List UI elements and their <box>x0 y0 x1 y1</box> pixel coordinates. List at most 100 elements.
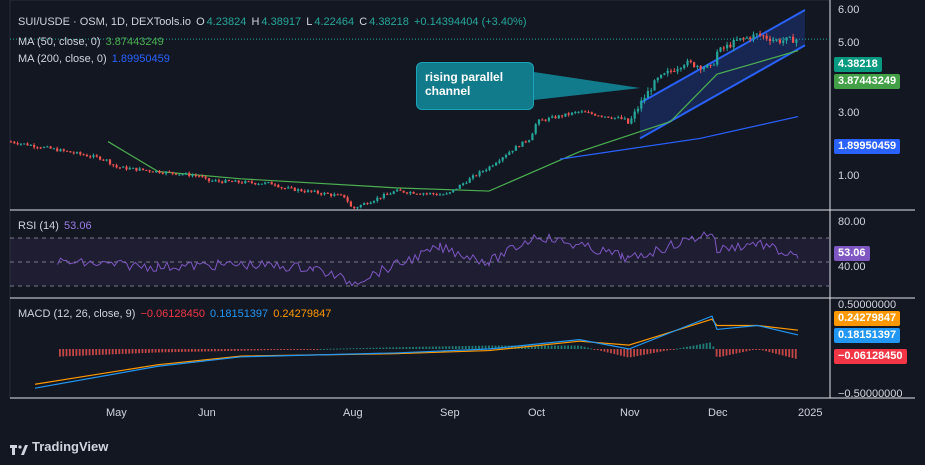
macd-histogram-bar <box>240 349 243 351</box>
candle-body <box>247 181 250 183</box>
candle-body <box>485 169 488 172</box>
candle-body <box>557 115 560 119</box>
candle-body <box>181 174 184 176</box>
candle-body <box>709 64 712 66</box>
candle-body <box>653 80 656 91</box>
macd-histogram-bar <box>468 345 470 349</box>
candle-body <box>432 193 435 195</box>
macd-histogram-bar <box>359 348 362 350</box>
macd-histogram-bar <box>181 349 183 352</box>
macd-histogram-bar <box>283 349 286 350</box>
macd-line-badge: 0.18151397 <box>834 328 901 343</box>
tradingview-icon <box>10 443 28 455</box>
candle-body <box>488 166 491 170</box>
candle-body <box>623 118 626 120</box>
macd-histogram-bar <box>266 349 269 351</box>
candle-body <box>155 170 158 173</box>
candle-body <box>112 164 115 166</box>
macd-histogram-bar <box>616 349 619 355</box>
macd-histogram-bar <box>134 349 137 354</box>
macd-histogram-bar <box>85 349 88 356</box>
candle-body <box>422 193 425 195</box>
macd-histogram-bar <box>623 349 626 357</box>
macd-tick-pos: 0.50000000 <box>838 299 897 311</box>
macd-histogram-bar <box>672 349 675 350</box>
candle-body <box>323 192 326 195</box>
time-label-2025: 2025 <box>798 407 823 419</box>
candle-body <box>762 35 765 37</box>
candle-body <box>85 155 88 157</box>
macd-histogram-bar <box>365 347 368 349</box>
candle-body <box>376 197 379 201</box>
candle-body <box>95 155 98 157</box>
macd-histogram-bar <box>171 349 173 353</box>
low-value: 4.22464 <box>314 16 355 28</box>
macd-histogram-bar <box>451 346 454 349</box>
annotation-pointer <box>534 72 640 100</box>
macd-histogram-bar <box>593 349 596 350</box>
rsi-tick-40: 40.00 <box>838 261 866 273</box>
macd-histogram-bar <box>108 349 111 355</box>
candle-body <box>541 119 544 121</box>
macd-histogram-bar <box>227 349 230 351</box>
macd-histogram-bar <box>778 349 781 355</box>
macd-histogram-bar <box>174 349 177 353</box>
candle-body <box>198 175 201 177</box>
ma50-value: 3.87443249 <box>105 36 164 48</box>
macd-legend: MACD (12, 26, close, 9) −0.06128450 0.18… <box>18 307 333 321</box>
macd-histogram-bar <box>197 349 200 352</box>
annotation-callout[interactable]: rising parallel channel <box>416 62 534 110</box>
candle-body <box>363 203 366 205</box>
price-tick-1: 1.00 <box>838 170 860 182</box>
candle-body <box>534 124 537 134</box>
macd-histogram-bar <box>547 345 550 349</box>
candle-body <box>13 141 16 144</box>
candle-body <box>495 162 498 166</box>
time-label-nov: Nov <box>620 407 640 419</box>
macd-histogram-bar <box>187 349 190 352</box>
macd-histogram-bar <box>352 348 355 350</box>
candle-body <box>610 117 613 119</box>
macd-histogram-bar <box>445 346 447 349</box>
candle-body <box>115 165 118 168</box>
candle-body <box>702 67 706 70</box>
rsi-legend: RSI (14) 53.06 <box>18 219 94 233</box>
candle-body <box>184 173 187 175</box>
ma200-legend: MA (200, close, 0) 1.89950459 <box>18 52 172 66</box>
macd-histogram-bar <box>392 347 395 349</box>
macd-histogram-bar <box>484 345 487 349</box>
macd-histogram-bar <box>362 347 365 349</box>
macd-histogram-bar <box>200 349 203 352</box>
candle-body <box>429 193 432 195</box>
macd-histogram-bar <box>336 348 338 350</box>
tradingview-logo[interactable]: TradingView <box>10 439 108 455</box>
candle-body <box>224 179 227 183</box>
macd-histogram-bar <box>379 347 381 349</box>
candle-body <box>105 159 108 161</box>
macd-histogram-bar <box>590 348 593 350</box>
annotation-line2: channel <box>425 84 471 98</box>
candle-body <box>792 36 795 43</box>
candle-body <box>128 168 131 170</box>
candle-body <box>283 188 286 190</box>
candle-body <box>785 37 788 41</box>
macd-histogram-bar <box>131 349 134 354</box>
candle-body <box>537 119 541 125</box>
candle-body <box>349 201 352 207</box>
candle-body <box>188 173 191 177</box>
candle-body <box>366 203 369 205</box>
candle-body <box>475 175 478 177</box>
macd-histogram-bar <box>161 349 164 353</box>
candle-body <box>392 191 395 194</box>
candle-body <box>290 187 293 189</box>
low-label: L <box>306 16 313 28</box>
macd-histogram-bar <box>441 346 444 349</box>
candle-body <box>438 194 442 196</box>
candle-body <box>752 34 755 40</box>
macd-histogram-bar <box>412 346 414 349</box>
candle-body <box>300 189 303 192</box>
change-value: +0.14394404 (+3.40%) <box>413 16 527 28</box>
annotation-line1: rising parallel <box>425 70 504 84</box>
candle-body <box>75 152 79 154</box>
macd-histogram-bar <box>606 349 609 353</box>
